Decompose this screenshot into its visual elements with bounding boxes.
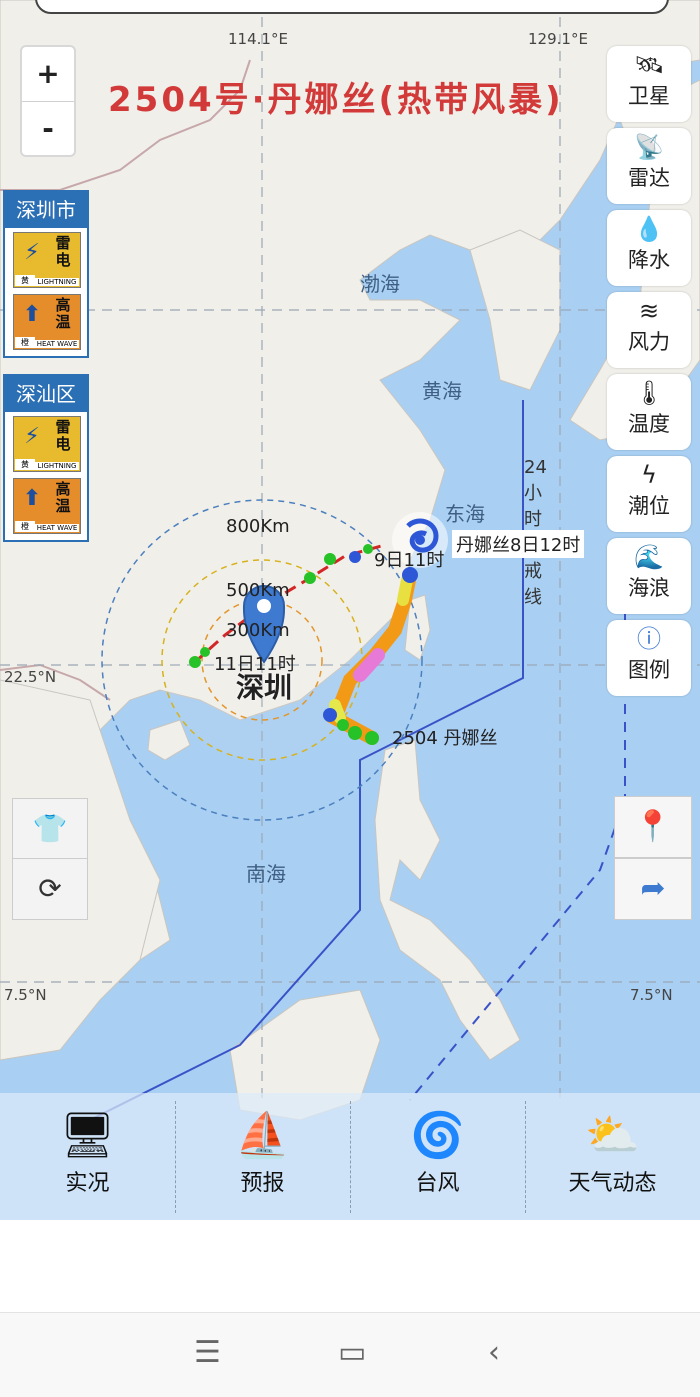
lat-label: 7.5°N (630, 986, 673, 1004)
legend-button[interactable]: ⓘ 图例 (607, 620, 691, 696)
search-bar[interactable] (35, 0, 669, 14)
system-nav-bar: ☰ ▭ ‹ (0, 1312, 700, 1397)
layer-satellite-button[interactable]: 🛰 卫星 (607, 46, 691, 122)
forecast-time-label: 9日11时 (374, 550, 445, 571)
wind-icon: ≋ (638, 297, 660, 325)
zoom-in-button[interactable]: + (22, 47, 74, 101)
layer-rain-button[interactable]: 💧 降水 (607, 210, 691, 286)
warning-region: 深圳市 (5, 192, 87, 228)
layer-radar-button[interactable]: 📡 雷达 (607, 128, 691, 204)
nav-typhoon[interactable]: 🌀 台风 (350, 1093, 525, 1220)
thermometer-icon: ⬆ (22, 302, 42, 327)
typhoon-icon: 🌀 (410, 1110, 465, 1161)
typhoon-time-label: 丹娜丝8日12时 (452, 530, 585, 558)
warning-badge-lightning[interactable]: ⚡ 雷电 黄 LIGHTNING (13, 232, 81, 288)
lat-label: 22.5°N (4, 668, 57, 686)
refresh-icon: ⟳ (38, 872, 62, 905)
bottom-nav: 🖥 实况 ⛵ 预报 🌀 台风 ⛅ 天气动态 (0, 1093, 700, 1220)
zoom-out-button[interactable]: - (22, 102, 74, 156)
zoom-control: + - (20, 45, 76, 157)
hainan-land (147, 719, 191, 761)
badge-label: 高温 (55, 480, 71, 515)
monitor-icon: 🖥 (59, 1110, 116, 1161)
sea-label-donghai: 东海 (445, 502, 485, 526)
nav-weather-dynamics[interactable]: ⛅ 天气动态 (525, 1093, 700, 1220)
back-icon[interactable]: ‹ (488, 1335, 500, 1370)
warning-badge-heatwave[interactable]: ⬆ 高温 橙 HEAT WAVE (13, 478, 81, 534)
lon-label: 129.1°E (528, 30, 588, 48)
lightning-icon: ⚡ (24, 240, 40, 265)
thermometer-icon: ⬆ (22, 486, 42, 511)
refresh-button[interactable]: ⟳ (12, 858, 88, 920)
radar-icon: 📡 (634, 133, 664, 161)
locate-button[interactable]: 📍 (614, 796, 692, 858)
sea-label-huanghai: 黄海 (422, 379, 462, 403)
badge-label: 雷电 (55, 234, 71, 269)
warning-badge-heatwave[interactable]: ⬆ 高温 橙 HEAT WAVE (13, 294, 81, 350)
nav-forecast[interactable]: ⛵ 预报 (175, 1093, 350, 1220)
typhoon-title: 2504号·丹娜丝(热带风暴) (108, 80, 564, 120)
thermometer-icon: 🌡 (633, 379, 665, 407)
wave-icon: 🌊 (634, 543, 664, 571)
lat-label: 7.5°N (4, 986, 47, 1004)
city-label: 深圳 (236, 671, 293, 704)
share-button[interactable]: ➦ (614, 858, 692, 920)
menu-icon[interactable]: ☰ (194, 1335, 221, 1370)
warning-line-48h (409, 560, 626, 1101)
ring-label-500: 500Km (226, 580, 290, 601)
share-icon: ➦ (640, 871, 666, 906)
warning-panel-shenzhen[interactable]: 深圳市 ⚡ 雷电 黄 LIGHTNING ⬆ 高温 橙 HEAT WAVE (3, 190, 89, 358)
sea-label-bohai: 渤海 (360, 272, 400, 296)
sea-label-nanhai: 南海 (246, 862, 286, 886)
layer-wind-button[interactable]: ≋ 风力 (607, 292, 691, 368)
ring-label-300: 300Km (226, 620, 290, 641)
nav-realtime[interactable]: 🖥 实况 (0, 1093, 175, 1220)
raindrop-icon: 💧 (634, 215, 664, 243)
warning-region: 深汕区 (5, 376, 87, 412)
typhoon-map[interactable]: + - 2504号·丹娜丝(热带风暴) 深圳市 ⚡ 雷电 黄 LIGHTNING… (0, 0, 700, 1220)
shirt-icon: 👕 (32, 812, 68, 845)
shirt-button[interactable]: 👕 (12, 798, 88, 860)
help-icon: ⓘ (637, 625, 661, 653)
home-icon[interactable]: ▭ (338, 1335, 366, 1370)
tide-icon: ϟ (641, 461, 657, 489)
philippines-land (374, 739, 521, 1061)
ring-label-800: 800Km (226, 516, 290, 537)
layer-tide-button[interactable]: ϟ 潮位 (607, 456, 691, 532)
lon-label: 114.1°E (228, 30, 288, 48)
layer-wave-button[interactable]: 🌊 海浪 (607, 538, 691, 614)
location-icon: 📍 (634, 809, 672, 844)
warning-badge-lightning[interactable]: ⚡ 雷电 黄 LIGHTNING (13, 416, 81, 472)
map-canvas (0, 0, 700, 1121)
badge-label: 高温 (55, 296, 71, 331)
typhoon-name-label: 2504 丹娜丝 (392, 728, 498, 749)
sailboat-icon: ⛵ (235, 1110, 290, 1161)
warning-panel-shenshan[interactable]: 深汕区 ⚡ 雷电 黄 LIGHTNING ⬆ 高温 橙 HEAT WAVE (3, 374, 89, 542)
satellite-icon: 🛰 (633, 51, 665, 79)
lightning-icon: ⚡ (24, 424, 40, 449)
cloud-sun-icon: ⛅ (585, 1110, 640, 1161)
layer-temperature-button[interactable]: 🌡 温度 (607, 374, 691, 450)
badge-label: 雷电 (55, 418, 71, 453)
